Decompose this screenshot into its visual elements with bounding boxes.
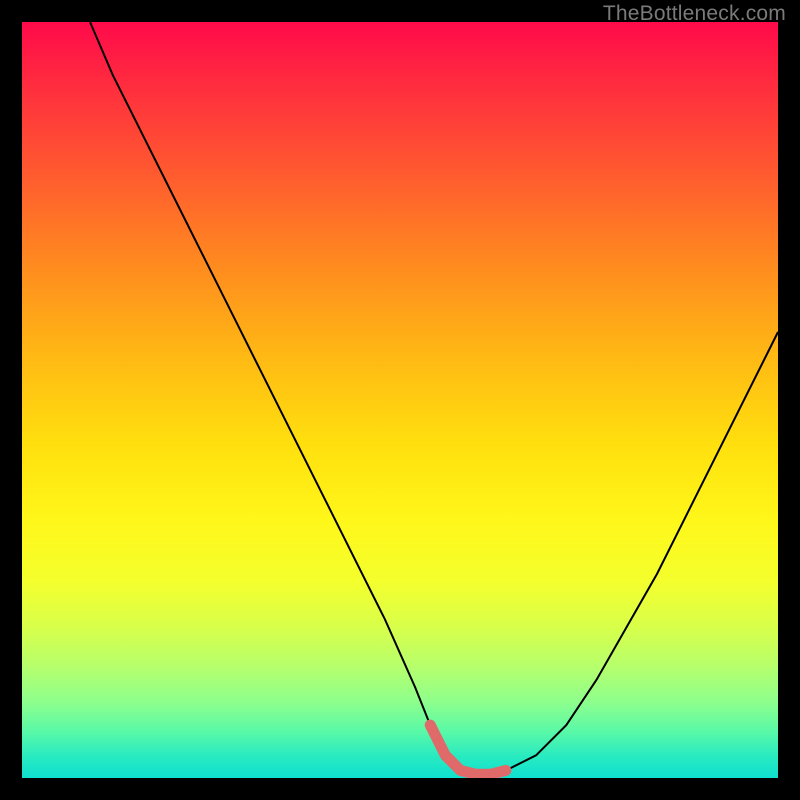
bottleneck-curve	[90, 22, 778, 774]
curve-layer	[22, 22, 778, 778]
chart-frame: TheBottleneck.com	[0, 0, 800, 800]
plot-area	[22, 22, 778, 778]
optimal-range-highlight	[430, 725, 506, 774]
watermark-text: TheBottleneck.com	[603, 2, 786, 26]
